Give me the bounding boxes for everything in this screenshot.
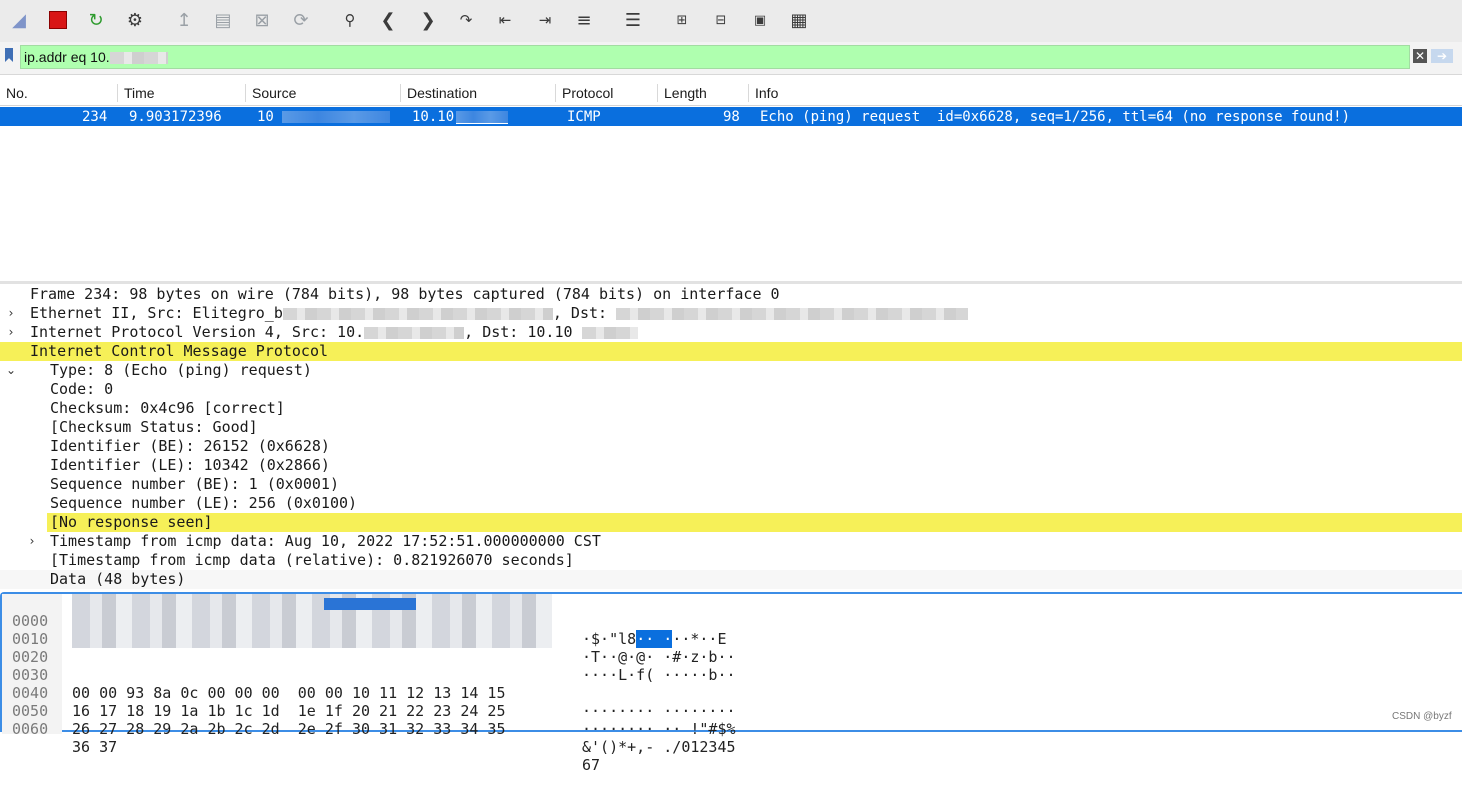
packet-no: 234 [82, 109, 108, 125]
restart-capture-icon[interactable]: ↻ [85, 8, 107, 32]
tree-item-ethernet[interactable]: › Ethernet II, Src: Elitegro_b, Dst: [0, 304, 1462, 339]
find-packet-icon[interactable]: ⚲ [339, 8, 361, 32]
bytes-row: 0040 16 17 18 19 1a 1b 1c 1d 1e 1f 20 21… [12, 684, 736, 738]
packet-list-header: No. Time Source Destination Protocol Len… [0, 81, 1462, 106]
go-to-packet-icon[interactable]: ↷ [455, 8, 477, 32]
stop-capture-icon[interactable] [47, 8, 69, 32]
go-back-icon[interactable]: ❮ [377, 8, 399, 32]
save-file-icon[interactable]: ▤ [212, 8, 234, 32]
display-filter-input[interactable]: ip.addr eq 10. [20, 45, 1410, 69]
packet-time: 9.903172396 [129, 109, 222, 125]
shark-fin-icon[interactable]: ◢ [8, 8, 30, 32]
first-packet-icon[interactable]: ⇤ [494, 8, 516, 32]
main-toolbar: ◢ ↻ ⚙ ↥ ▤ ⊠ ⟳ ⚲ ❮ ❯ ↷ ⇤ ⇥ ≡ ☰ ⊞ ⊟ ▣ ▦ [0, 0, 1462, 42]
bytes-row: 0050 26 27 28 29 2a 2b 2c 2d 2e 2f 30 31… [12, 702, 736, 756]
bytes-row: 0000 ·$·"l8·· ···*··E [12, 612, 727, 648]
close-file-icon[interactable]: ⊠ [251, 8, 273, 32]
last-packet-icon[interactable]: ⇥ [534, 8, 556, 32]
resize-columns-icon[interactable]: ▦ [788, 8, 810, 32]
tree-item-ipv4[interactable]: › Internet Protocol Version 4, Src: 10.,… [0, 323, 1462, 358]
clear-filter-icon[interactable]: ✕ [1413, 49, 1427, 63]
packet-bytes-pane[interactable]: 0000 ·$·"l8·· ···*··E 0010 ·T··@·@· ·#·z… [0, 592, 1462, 774]
pane-splitter[interactable] [0, 281, 1462, 284]
packet-details-tree: › Frame 234: 98 bytes on wire (784 bits)… [0, 285, 1462, 605]
tree-item-icmp[interactable]: ⌄ Internet Control Message Protocol [0, 342, 1462, 377]
packet-info: Echo (ping) request id=0x6628, seq=1/256… [760, 109, 1351, 125]
packet-destination: 10.10 [412, 108, 509, 126]
tree-item-seq-le[interactable]: Sequence number (LE): 256 (0x0100) [0, 494, 1462, 513]
normal-size-icon[interactable]: ▣ [749, 8, 771, 32]
column-protocol[interactable]: Protocol [555, 84, 613, 102]
colorize-icon[interactable]: ☰ [622, 8, 644, 32]
packet-length: 98 [723, 109, 740, 125]
tree-item-checksum[interactable]: Checksum: 0x4c96 [correct] [0, 399, 1462, 418]
bytes-row: 0060 36 37 67 [12, 720, 601, 774]
tree-item-code[interactable]: Code: 0 [0, 380, 1462, 399]
packet-protocol: ICMP [567, 109, 601, 125]
zoom-out-icon[interactable]: ⊟ [710, 8, 732, 32]
watermark: CSDN @byzf [1392, 711, 1452, 722]
tree-item-data[interactable]: › Data (48 bytes) [0, 570, 1462, 605]
redacted-text [109, 52, 168, 65]
open-file-icon[interactable]: ↥ [173, 8, 195, 32]
tree-item-seq-be[interactable]: Sequence number (BE): 1 (0x0001) [0, 475, 1462, 494]
column-no[interactable]: No. [0, 84, 28, 102]
bytes-row: 0030 00 00 93 8a 0c 00 00 00 00 00 10 11… [12, 666, 736, 720]
auto-scroll-icon[interactable]: ≡ [573, 8, 595, 32]
column-length[interactable]: Length [657, 84, 707, 102]
tree-item-identifier-be[interactable]: Identifier (BE): 26152 (0x6628) [0, 437, 1462, 456]
bookmark-icon[interactable] [5, 48, 13, 62]
display-filter-bar: ip.addr eq 10. ✕ ➔ [0, 42, 1462, 75]
apply-filter-icon[interactable]: ➔ [1431, 49, 1453, 63]
capture-options-icon[interactable]: ⚙ [124, 8, 146, 32]
tree-item-frame[interactable]: › Frame 234: 98 bytes on wire (784 bits)… [0, 285, 1462, 320]
packet-source: 10 [257, 108, 390, 126]
tree-item-checksum-status[interactable]: [Checksum Status: Good] [0, 418, 1462, 437]
go-forward-icon[interactable]: ❯ [417, 8, 439, 32]
tree-item-no-response[interactable]: › [No response seen] [0, 513, 1462, 548]
tree-item-timestamp-relative[interactable]: [Timestamp from icmp data (relative): 0.… [0, 551, 1462, 570]
column-source[interactable]: Source [245, 84, 296, 102]
zoom-in-icon[interactable]: ⊞ [671, 8, 693, 32]
column-time[interactable]: Time [117, 84, 155, 102]
reload-file-icon[interactable]: ⟳ [290, 8, 312, 32]
tree-item-type[interactable]: Type: 8 (Echo (ping) request) [0, 361, 1462, 380]
column-info[interactable]: Info [748, 84, 778, 102]
tree-item-timestamp[interactable]: Timestamp from icmp data: Aug 10, 2022 1… [0, 532, 1462, 551]
filter-text: ip.addr eq 10. [24, 49, 110, 65]
packet-row-selected[interactable]: 234 9.903172396 10 10.10 ICMP 98 Echo (p… [0, 107, 1462, 126]
bytes-row: 0010 ·T··@·@· ·#·z·b·· [12, 630, 736, 666]
tree-item-identifier-le[interactable]: Identifier (LE): 10342 (0x2866) [0, 456, 1462, 475]
column-destination[interactable]: Destination [400, 84, 477, 102]
bytes-row: 0020 ····L·f( ·····b·· [12, 648, 736, 684]
